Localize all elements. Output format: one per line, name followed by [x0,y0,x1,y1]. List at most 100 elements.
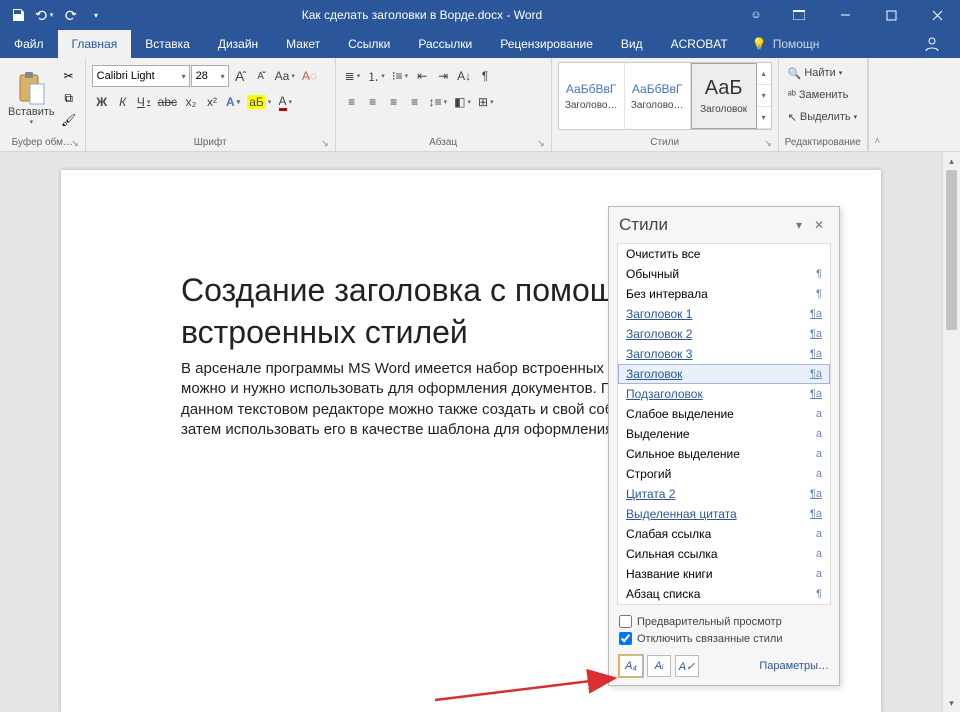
font-size-combo[interactable]: 28▾ [191,65,229,87]
font-name-combo[interactable]: Calibri Light▾ [92,65,190,87]
styles-pane-item[interactable]: Сильное выделениеa [618,444,830,464]
font-launcher[interactable]: ↘ [321,138,329,149]
increase-indent-button[interactable]: ⇥ [433,65,453,87]
styles-pane-item[interactable]: Слабое выделениеa [618,404,830,424]
styles-pane-item[interactable]: Подзаголовок¶a [618,384,830,404]
style-inspector-button[interactable]: Aᵢ [647,655,671,677]
styles-pane-item[interactable]: Выделенная цитата¶a [618,504,830,524]
collapse-ribbon-button[interactable]: ˄ [868,58,886,151]
manage-styles-button[interactable]: A✓ [675,655,699,677]
styles-gallery[interactable]: АаБбВвГ Заголово… АаБбВвГ Заголово… АаБ … [558,62,772,130]
minimize-button[interactable] [822,0,868,30]
scroll-up-button[interactable]: ▴ [943,152,960,170]
tab-view[interactable]: Вид [607,30,657,58]
bold-button[interactable]: Ж [92,91,112,113]
align-right-button[interactable]: ≡ [384,91,404,113]
copy-button[interactable]: ⧉ [59,88,79,108]
styles-pane-item[interactable]: Абзац списка¶ [618,584,830,604]
styles-pane-item[interactable]: Сильная ссылкаa [618,544,830,564]
styles-scroll-down[interactable]: ▾ [757,85,771,107]
italic-button[interactable]: К [113,91,133,113]
styles-pane-item[interactable]: Заголовок 1¶a [618,304,830,324]
styles-pane-close-button[interactable]: ✕ [809,218,829,232]
strikethrough-button[interactable]: abc [155,91,180,113]
preview-checkbox[interactable]: Предварительный просмотр [619,613,829,630]
styles-pane-item[interactable]: Строгийa [618,464,830,484]
justify-button[interactable]: ≡ [405,91,425,113]
align-left-button[interactable]: ≡ [342,91,362,113]
tab-design[interactable]: Дизайн [204,30,272,58]
show-marks-button[interactable]: ¶ [475,65,495,87]
styles-pane-options-button[interactable]: ▾ [789,218,809,232]
styles-pane-item[interactable]: Цитата 2¶a [618,484,830,504]
styles-pane-params-link[interactable]: Параметры… [759,660,829,672]
shading-button[interactable]: ◧▾ [451,91,474,113]
style-item-heading2[interactable]: АаБбВвГ Заголово… [559,63,625,129]
styles-expand[interactable]: ▾ [757,107,771,129]
decrease-indent-button[interactable]: ⇤ [412,65,432,87]
align-center-button[interactable]: ≡ [363,91,383,113]
styles-scroll-up[interactable]: ▴ [757,63,771,85]
replace-button[interactable]: ᵃᵇЗаменить [785,84,861,106]
font-color-button[interactable]: A▾ [275,91,295,113]
styles-pane-item[interactable]: Без интервала¶ [618,284,830,304]
sign-in-button[interactable] [904,30,960,58]
change-case-button[interactable]: Aa▾ [272,65,298,87]
redo-button[interactable] [58,3,82,27]
borders-button[interactable]: ⊞▾ [475,91,497,113]
clear-formatting-button[interactable]: A◌ [299,65,320,87]
tab-home[interactable]: Главная [58,30,132,58]
style-item-heading3[interactable]: АаБбВвГ Заголово… [625,63,691,129]
sort-button[interactable]: A↓ [454,65,474,87]
tab-acrobat[interactable]: ACROBAT [657,30,742,58]
styles-pane-item[interactable]: Обычный¶ [618,264,830,284]
text-effects-button[interactable]: A▾ [223,91,243,113]
tab-references[interactable]: Ссылки [334,30,404,58]
styles-pane-item[interactable]: Заголовок 3¶a [618,344,830,364]
tab-layout[interactable]: Макет [272,30,334,58]
grow-font-button[interactable]: Â [230,65,250,87]
styles-pane-clear-all[interactable]: Очистить все [618,244,830,264]
styles-pane-item[interactable]: Заголовок 2¶a [618,324,830,344]
ribbon-display-button[interactable] [776,0,822,30]
subscript-button[interactable]: x₂ [181,91,201,113]
tab-file[interactable]: Файл [0,30,58,58]
group-font: Calibri Light▾ 28▾ Â Ǎ Aa▾ A◌ Ж К Ч▾ a… [86,58,336,151]
paste-button[interactable]: Вставить ▾ [6,60,57,135]
feedback-button[interactable]: ☺ [736,0,776,30]
styles-pane-item[interactable]: Выделениеa [618,424,830,444]
line-spacing-button[interactable]: ↕≡▾ [426,91,451,113]
save-button[interactable] [6,3,30,27]
tab-insert[interactable]: Вставка [131,30,204,58]
maximize-button[interactable] [868,0,914,30]
highlight-button[interactable]: aБ▾ [244,91,274,113]
vertical-scrollbar[interactable]: ▴ ▾ [942,152,960,712]
clipboard-launcher[interactable]: ↘ [71,138,79,149]
tell-me-search[interactable]: 💡 Помощн [742,30,830,58]
styles-pane-item[interactable]: Название книгиa [618,564,830,584]
undo-button[interactable]: ▾ [32,3,56,27]
find-button[interactable]: 🔍Найти▾ [785,62,861,84]
multilevel-list-button[interactable]: ⁝≡▾ [389,65,411,87]
cut-button[interactable]: ✂ [59,66,79,86]
close-button[interactable] [914,0,960,30]
disable-linked-checkbox[interactable]: Отключить связанные стили [619,630,829,647]
qat-customize-button[interactable]: ▾ [84,3,108,27]
underline-button[interactable]: Ч▾ [134,91,154,113]
scroll-thumb[interactable] [946,170,957,330]
numbering-button[interactable]: ⒈▾ [364,65,388,87]
format-painter-button[interactable]: 🖌 [59,110,79,130]
scroll-down-button[interactable]: ▾ [943,694,960,712]
styles-pane-item[interactable]: Слабая ссылкаa [618,524,830,544]
superscript-button[interactable]: x² [202,91,222,113]
bullets-button[interactable]: ≣▾ [342,65,364,87]
select-button[interactable]: ↖Выделить▾ [785,106,861,128]
style-item-title[interactable]: АаБ Заголовок [691,63,757,129]
new-style-button[interactable]: A₄ [619,655,643,677]
styles-pane-item[interactable]: Заголовок¶a [618,364,830,384]
tab-review[interactable]: Рецензирование [486,30,607,58]
shrink-font-button[interactable]: Ǎ [251,65,271,87]
styles-launcher[interactable]: ↘ [764,138,772,149]
paragraph-launcher[interactable]: ↘ [537,138,545,149]
tab-mailings[interactable]: Рассылки [404,30,486,58]
